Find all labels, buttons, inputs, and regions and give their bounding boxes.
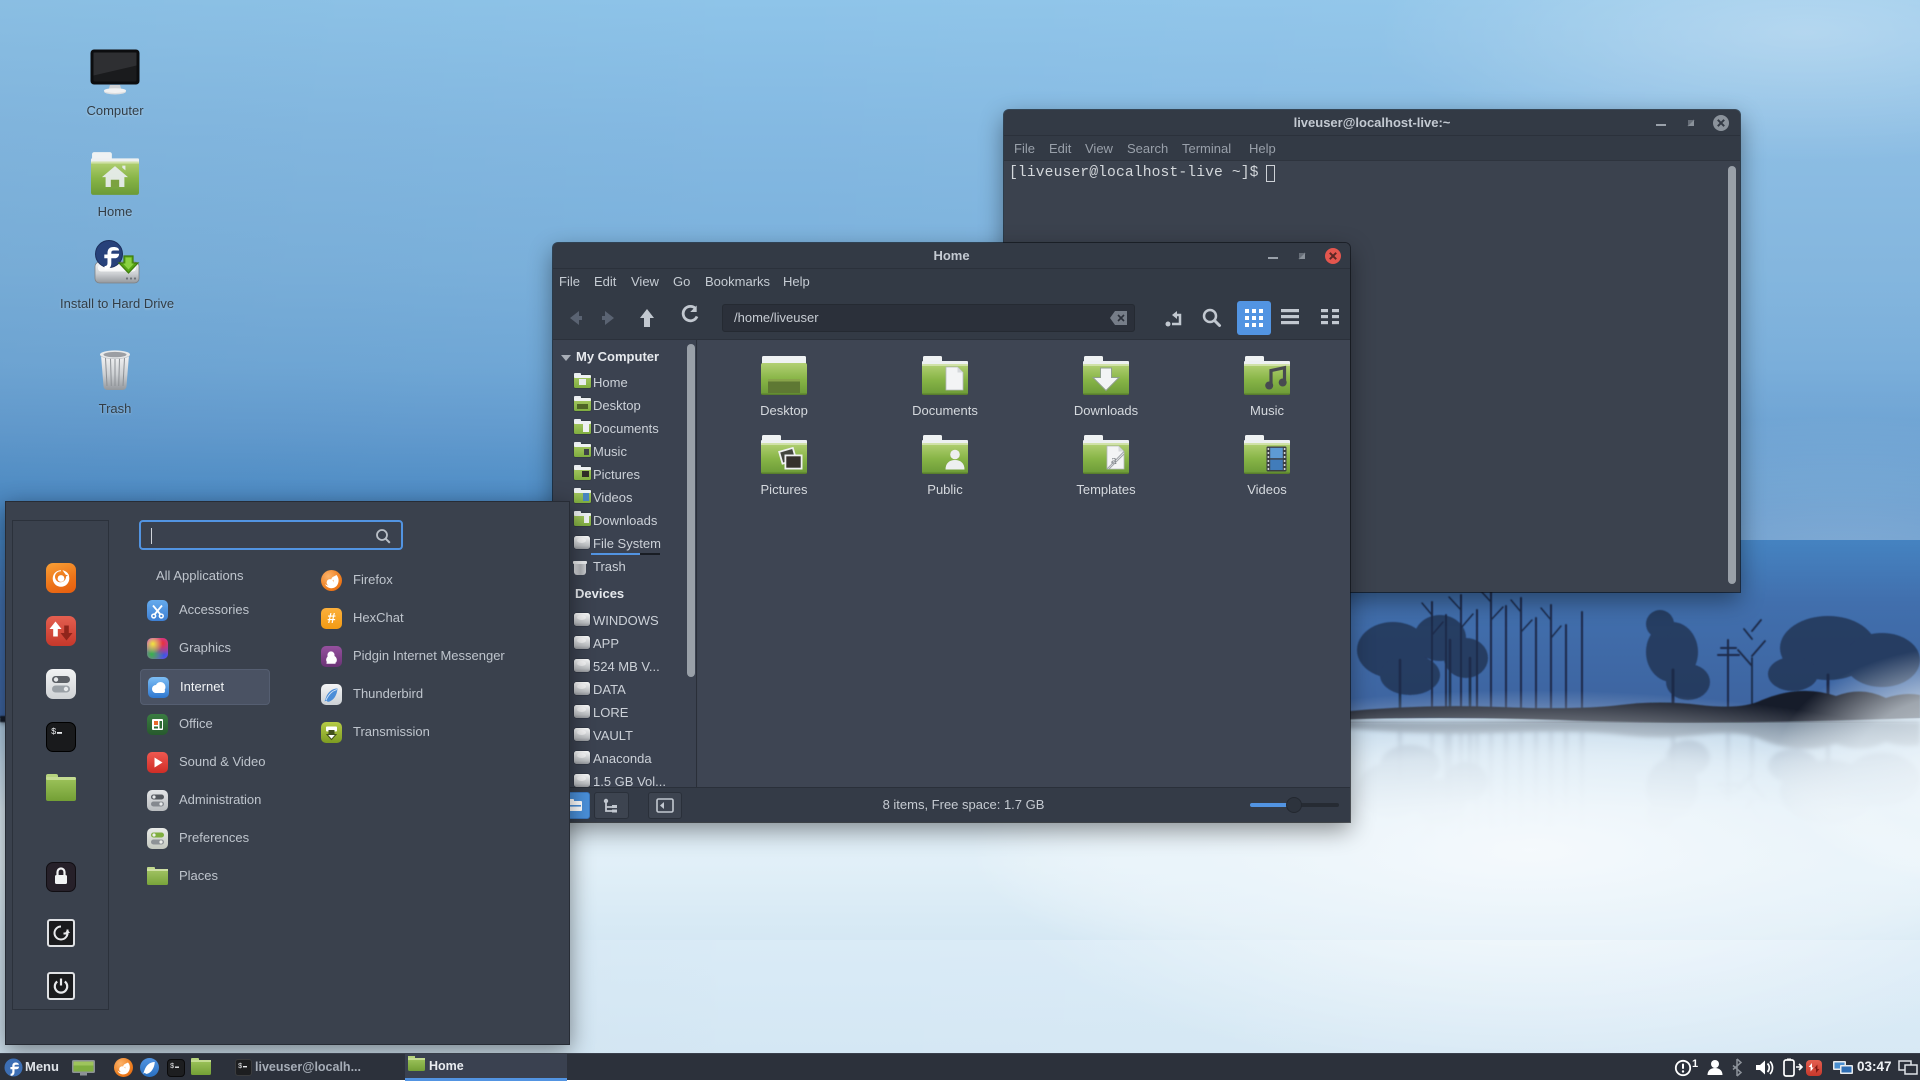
svg-text:$: $: [51, 727, 57, 737]
svg-text:1: 1: [1692, 1058, 1698, 1070]
svg-text:$: $: [170, 1063, 174, 1071]
svg-text:$: $: [238, 1063, 242, 1071]
